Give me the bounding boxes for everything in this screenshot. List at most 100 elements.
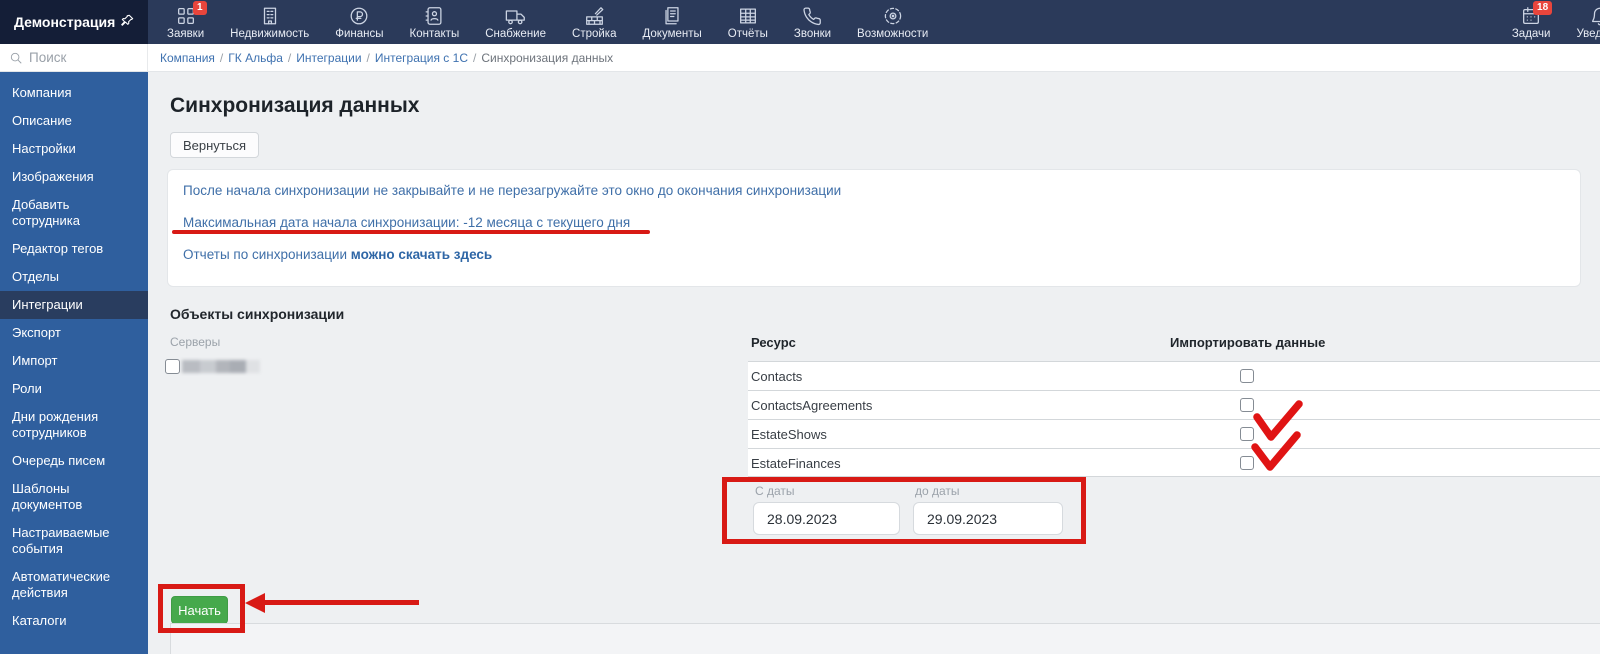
sidebar: Компания Описание Настройки Изображения …: [0, 72, 148, 654]
notice-line-3: Отчеты по синхронизации можно скачать зд…: [183, 247, 492, 262]
breadcrumb-gk-alfa[interactable]: ГК Альфа: [228, 51, 283, 65]
date-to-input[interactable]: [913, 502, 1063, 535]
sidebar-item-catalogs[interactable]: Каталоги: [0, 607, 148, 635]
resource-name: ContactsAgreements: [751, 398, 872, 413]
nav-item-contacts[interactable]: Контакты: [397, 0, 473, 44]
sidebar-search: [0, 44, 148, 72]
sidebar-item-tag-editor[interactable]: Редактор тегов: [0, 235, 148, 263]
sidebar-item-export[interactable]: Экспорт: [0, 319, 148, 347]
breadcrumb-company[interactable]: Компания: [160, 51, 215, 65]
building-icon: [259, 4, 281, 27]
nav-item-requests[interactable]: 1 Заявки: [154, 0, 217, 44]
download-reports-link[interactable]: можно скачать здесь: [351, 247, 492, 262]
date-to-label: до даты: [915, 484, 960, 498]
breadcrumb-separator: /: [367, 51, 370, 65]
nav-item-construction[interactable]: Стройка: [559, 0, 629, 44]
nav-label: Снабжение: [485, 28, 546, 40]
annotation-arrow-line: [264, 600, 419, 605]
sidebar-item-doc-templates[interactable]: Шаблоны документов: [0, 475, 148, 519]
sidebar-item-integrations[interactable]: Интеграции: [0, 291, 148, 319]
column-resource: Ресурс: [751, 335, 796, 350]
nav-label: Возможности: [857, 28, 928, 40]
nav-label: Контакты: [410, 28, 460, 40]
ruble-icon: [348, 4, 370, 27]
gear-icon: [882, 4, 904, 27]
notice-line-3-text: Отчеты по синхронизации: [183, 247, 351, 262]
notice-line-1: После начала синхронизации не закрывайте…: [183, 183, 841, 198]
nav-label: Документы: [642, 28, 701, 40]
breadcrumb-separator: /: [288, 51, 291, 65]
phone-icon: [801, 4, 823, 27]
notice-line-2: Максимальная дата начала синхронизации: …: [183, 215, 630, 230]
sidebar-item-roles[interactable]: Роли: [0, 375, 148, 403]
sidebar-item-custom-events[interactable]: Настраиваемые события: [0, 519, 148, 563]
resource-name: EstateShows: [751, 427, 827, 442]
requests-badge: 1: [193, 1, 207, 15]
start-button[interactable]: Начать: [171, 596, 228, 624]
resources-table-header: Ресурс Импортировать данные: [748, 330, 1600, 361]
breadcrumb: Компания / ГК Альфа / Интеграции / Интег…: [148, 44, 1600, 72]
date-from-label: С даты: [755, 484, 795, 498]
import-checkbox-contacts[interactable]: [1240, 369, 1254, 383]
top-bar: Демонстрация 1 Заявки Недвижимость Финан…: [0, 0, 1600, 44]
sidebar-item-company[interactable]: Компания: [0, 79, 148, 107]
nav-item-notifications[interactable]: Уведомл: [1563, 0, 1600, 44]
sidebar-item-mail-queue[interactable]: Очередь писем: [0, 447, 148, 475]
sidebar-item-import[interactable]: Импорт: [0, 347, 148, 375]
sidebar-item-description[interactable]: Описание: [0, 107, 148, 135]
nav-label: Стройка: [572, 28, 616, 40]
sidebar-item-settings[interactable]: Настройки: [0, 135, 148, 163]
main-content: Синхронизация данных Вернуться После нач…: [148, 72, 1600, 654]
nav-item-finances[interactable]: Финансы: [322, 0, 396, 44]
date-from-input[interactable]: [753, 502, 900, 535]
sidebar-item-images[interactable]: Изображения: [0, 163, 148, 191]
bricks-trowel-icon: [583, 4, 606, 27]
nav-label: Звонки: [794, 28, 831, 40]
nav-item-reports[interactable]: Отчёты: [715, 0, 781, 44]
nav-label: Уведомл: [1576, 28, 1600, 40]
nav-item-tasks[interactable]: 18 Задачи: [1499, 0, 1564, 44]
nav-item-supply[interactable]: Снабжение: [472, 0, 559, 44]
sidebar-item-add-employee[interactable]: Добавить сотрудника: [0, 191, 148, 235]
back-button[interactable]: Вернуться: [170, 132, 259, 158]
resources-table: Ресурс Импортировать данные Contacts Con…: [748, 330, 1600, 477]
resource-name: EstateFinances: [751, 456, 841, 471]
sidebar-item-auto-actions[interactable]: Автоматические действия: [0, 563, 148, 607]
nav-label: Финансы: [335, 28, 383, 40]
nav-label: Недвижимость: [230, 28, 309, 40]
sidebar-item-birthdays[interactable]: Дни рождения сотрудников: [0, 403, 148, 447]
sidebar-item-departments[interactable]: Отделы: [0, 263, 148, 291]
nav-item-features[interactable]: Возможности: [844, 0, 941, 44]
nav-item-calls[interactable]: Звонки: [781, 0, 844, 44]
address-book-icon: [423, 4, 445, 27]
import-checkbox-contacts-agreements[interactable]: [1240, 398, 1254, 412]
breadcrumb-1c-integration[interactable]: Интеграция с 1С: [375, 51, 468, 65]
column-import-data: Импортировать данные: [1170, 335, 1325, 350]
server-option-row: [165, 359, 260, 374]
tasks-badge: 18: [1533, 1, 1552, 15]
breadcrumb-integrations[interactable]: Интеграции: [296, 51, 361, 65]
calendar-tasks-icon: 18: [1520, 4, 1542, 27]
nav-label: Отчёты: [728, 28, 768, 40]
import-checkbox-estate-finances[interactable]: [1240, 456, 1254, 470]
pin-icon[interactable]: [119, 13, 135, 32]
page-title: Синхронизация данных: [170, 94, 419, 118]
annotation-arrow-head: [245, 593, 265, 613]
nav-item-documents[interactable]: Документы: [629, 0, 714, 44]
table-row-estate-finances: EstateFinances: [748, 448, 1600, 477]
nav-spacer: [941, 0, 1499, 44]
nav-right-group: 18 Задачи Уведомл: [1499, 0, 1600, 44]
resource-name: Contacts: [751, 369, 802, 384]
nav-item-realestate[interactable]: Недвижимость: [217, 0, 322, 44]
table-row-contacts-agreements: ContactsAgreements: [748, 390, 1600, 419]
workspace-name: Демонстрация: [14, 14, 115, 30]
truck-icon: [504, 4, 528, 27]
import-checkbox-estate-shows[interactable]: [1240, 427, 1254, 441]
servers-label: Серверы: [170, 335, 220, 349]
server-name-redacted: [182, 360, 260, 373]
requests-icon: 1: [175, 4, 197, 27]
workspace-switcher[interactable]: Демонстрация: [0, 0, 148, 44]
search-input[interactable]: [29, 50, 138, 65]
server-checkbox[interactable]: [165, 359, 180, 374]
sync-objects-heading: Объекты синхронизации: [170, 306, 344, 322]
